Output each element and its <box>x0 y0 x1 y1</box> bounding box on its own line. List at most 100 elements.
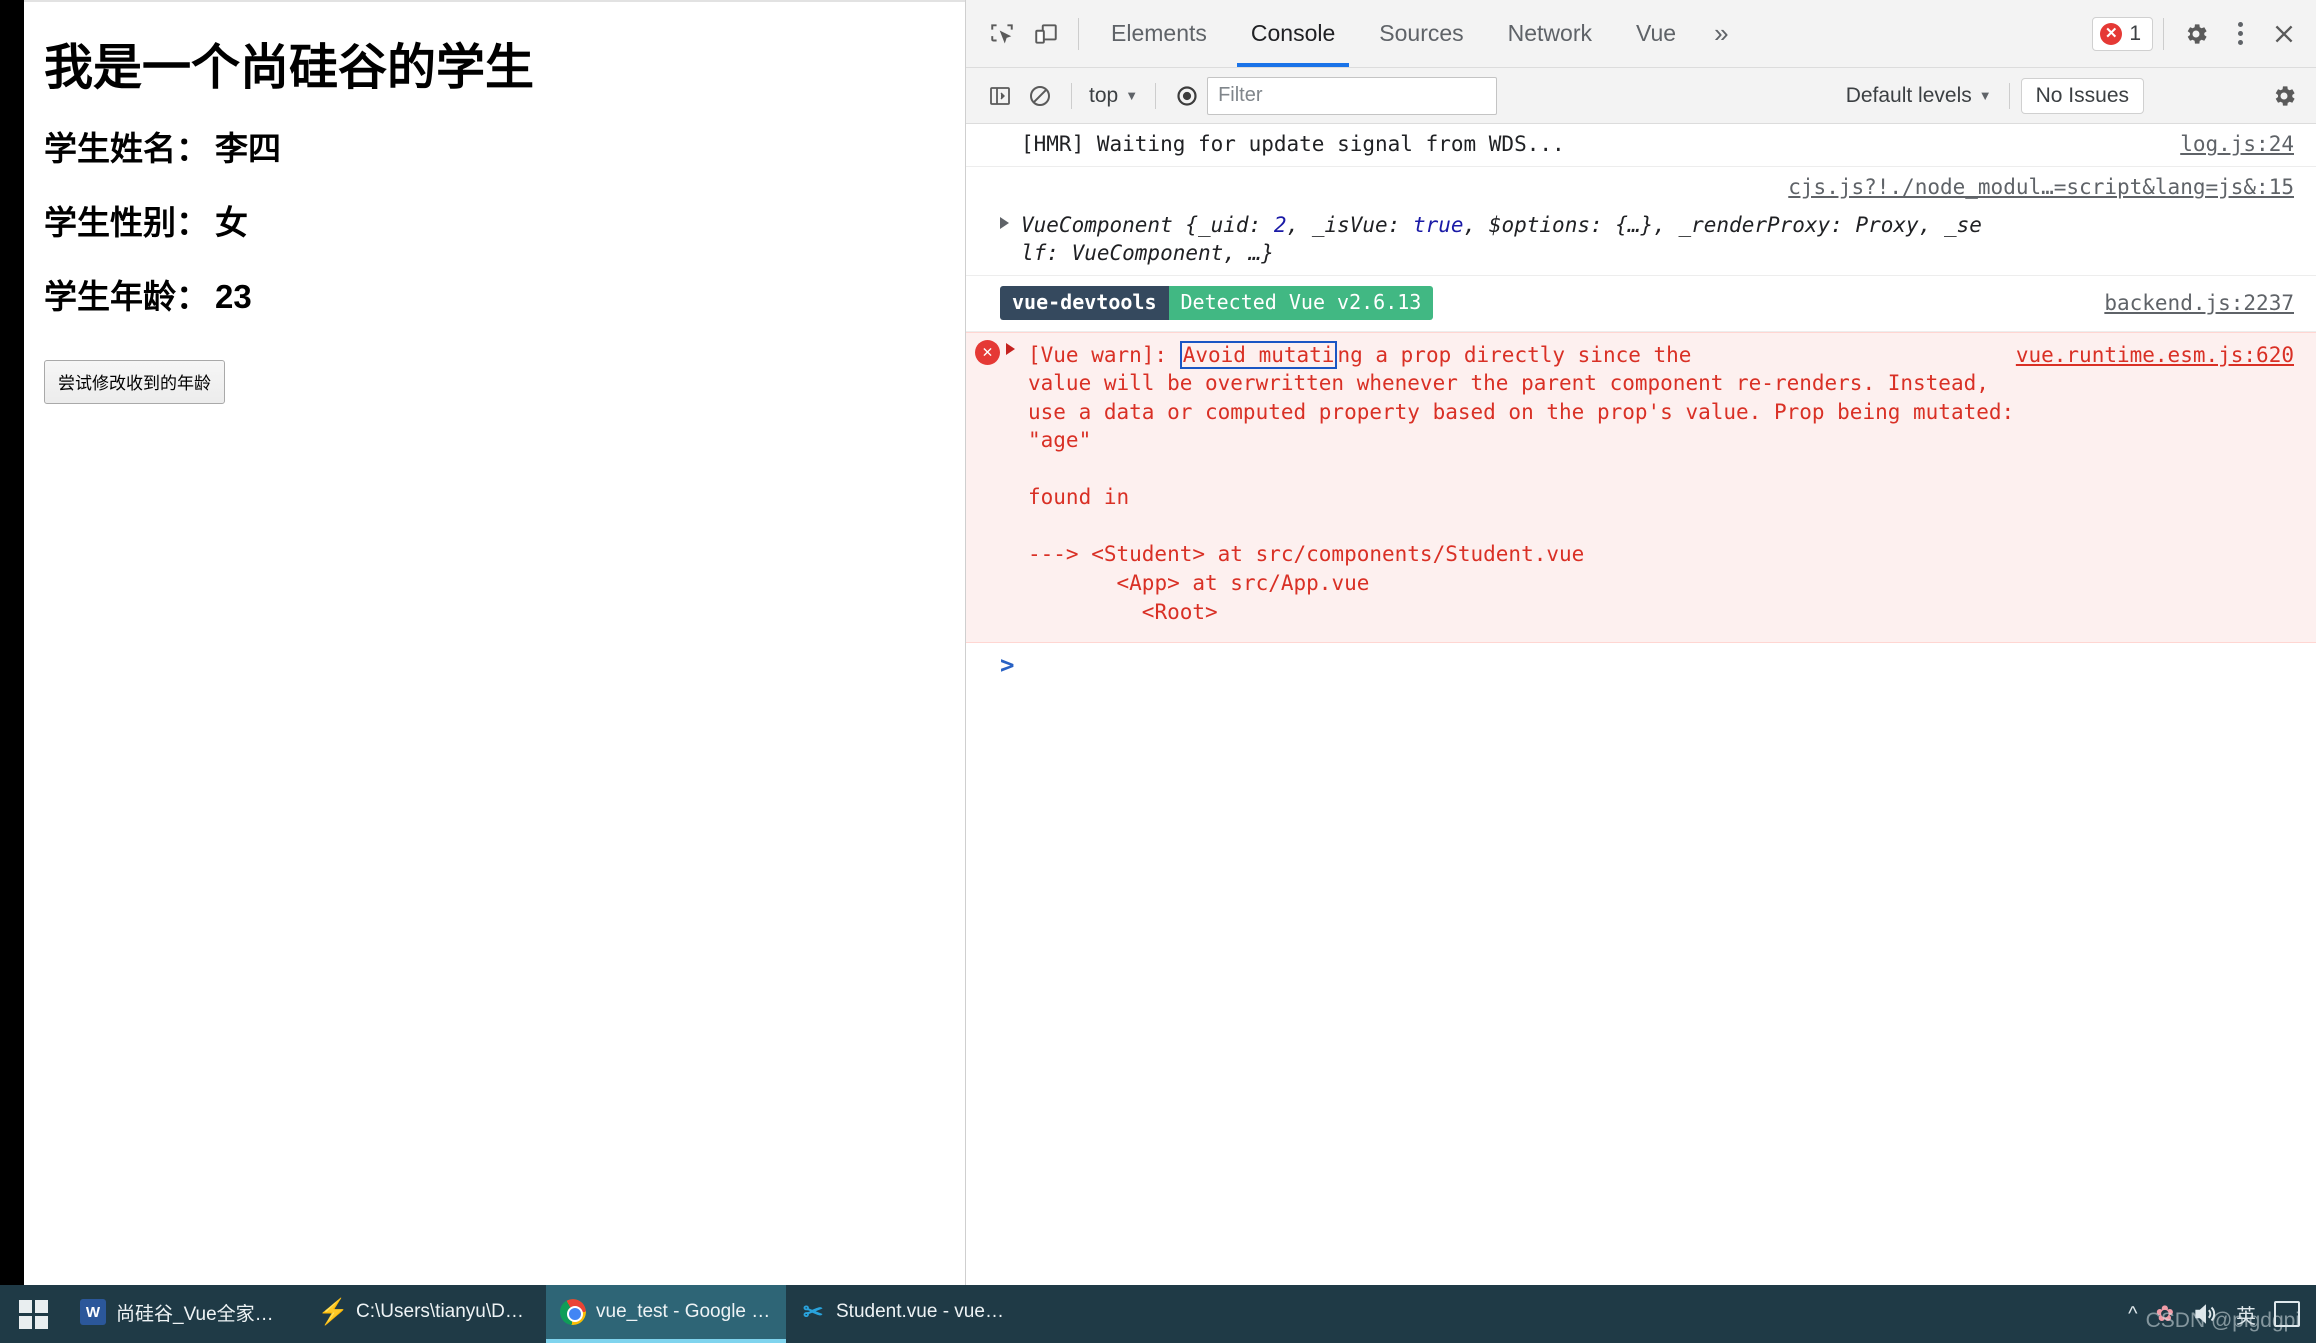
kebab-menu-icon[interactable] <box>2218 12 2262 56</box>
windows-start-icon[interactable] <box>0 1285 66 1343</box>
taskbar-item-word-label: 尚硅谷_Vue全家桶.d... <box>116 1303 292 1325</box>
page-title: 我是一个尚硅谷的学生 <box>44 41 535 95</box>
tab-network[interactable]: Network <box>1486 0 1614 67</box>
console-message-hmr: [HMR] Waiting for update signal from WDS… <box>966 124 2316 167</box>
vue-devtools-badge-left: vue-devtools <box>1000 285 1169 320</box>
hmr-source-link[interactable]: log.js:24 <box>2180 130 2294 159</box>
more-tabs-icon[interactable]: » <box>1698 0 1744 67</box>
warn-selected-text[interactable]: Avoid mutati <box>1179 340 1338 369</box>
student-name-label: 学生姓名： <box>44 130 209 168</box>
tab-vue[interactable]: Vue <box>1614 0 1698 67</box>
devtools-tabbar: Elements Console Sources Network Vue » ✕… <box>966 0 2316 68</box>
log-levels-selector[interactable]: Default levels ▼ <box>1840 81 1998 111</box>
obj-uid-value: 2 <box>1273 212 1287 237</box>
error-icon: ✕ <box>2100 22 2123 45</box>
live-expression-icon[interactable] <box>1167 76 1207 116</box>
warn-source-link[interactable]: vue.runtime.esm.js:620 <box>2016 341 2294 370</box>
tab-elements[interactable]: Elements <box>1089 0 1229 67</box>
devtools-tabbar-right: ✕ 1 <box>2092 12 2306 56</box>
vue-devtools-source-link[interactable]: backend.js:2237 <box>2104 289 2294 318</box>
toolbar-divider <box>1078 17 1079 50</box>
taskbar-item-vscode-label: Student.vue - vue_t... <box>836 1301 1012 1322</box>
sublime-icon: ⚡ <box>317 1297 349 1326</box>
warn-prefix: [Vue warn]: <box>1028 342 1180 367</box>
devtools-panel: Elements Console Sources Network Vue » ✕… <box>965 0 2316 1285</box>
chevron-down-icon-2: ▼ <box>1978 88 1992 103</box>
chevron-down-icon: ▼ <box>1125 88 1139 103</box>
warn-expand-arrow-icon[interactable] <box>1006 342 1015 355</box>
close-icon[interactable] <box>2262 12 2306 56</box>
browser-page-viewport: 我是一个尚硅谷的学生 学生姓名： 李四 学生性别：女 学生年龄： 23 尝试修改收到… <box>24 0 965 1285</box>
devtools-tabs: Elements Console Sources Network Vue » <box>1089 0 1745 67</box>
taskbar-item-chrome-label: vue_test - Google C... <box>596 1301 772 1322</box>
student-name-value: 李四 <box>215 130 281 168</box>
system-tray: ^ ✿ 英 <box>2128 1300 2316 1329</box>
student-name-row: 学生姓名： 李四 <box>44 130 965 168</box>
chrome-icon <box>560 1299 586 1325</box>
warn-rest-line1: ng a prop directly since the <box>1337 342 1692 367</box>
error-count-badge[interactable]: ✕ 1 <box>2092 16 2153 51</box>
taskbar-item-sublime[interactable]: ⚡ C:\Users\tianyu\Des... <box>306 1285 546 1343</box>
taskbar-item-sublime-label: C:\Users\tianyu\Des... <box>356 1301 532 1322</box>
student-age-label: 学生年龄： <box>44 278 209 316</box>
obj-text-c: , $options: {…}, _renderProxy: Proxy, _s… <box>1463 212 1982 237</box>
console-toolbar-divider-2 <box>1155 82 1157 109</box>
tray-flower-icon[interactable]: ✿ <box>2156 1301 2174 1327</box>
expand-arrow-icon[interactable] <box>1000 216 1009 229</box>
toolbar-divider-2 <box>2163 17 2164 50</box>
desktop-left-edge <box>0 0 24 1285</box>
vue-devtools-badge-right: Detected Vue v2.6.13 <box>1168 285 1434 320</box>
tray-volume-icon[interactable] <box>2192 1301 2218 1327</box>
console-prompt-caret-icon: > <box>1000 651 1015 680</box>
no-issues-button[interactable]: No Issues <box>2020 77 2144 114</box>
vue-devtools-badge: vue-devtools Detected Vue v2.6.13 <box>1000 285 1434 320</box>
gear-icon[interactable] <box>2174 12 2218 56</box>
student-gender-row: 学生性别：女 <box>44 204 965 242</box>
tray-chevron-up-icon[interactable]: ^ <box>2128 1303 2137 1326</box>
tab-console[interactable]: Console <box>1229 0 1357 67</box>
filter-input[interactable] <box>1207 76 1498 115</box>
obj-text-a: VueComponent {_uid: <box>1021 212 1274 237</box>
taskbar-item-word[interactable]: W 尚硅谷_Vue全家桶.d... <box>66 1285 306 1343</box>
error-count-label: 1 <box>2129 21 2141 45</box>
log-levels-label: Default levels <box>1845 83 1972 107</box>
student-age-row: 学生年龄： 23 <box>44 278 965 316</box>
student-gender-label: 学生性别： <box>44 204 209 242</box>
clear-console-icon[interactable] <box>1020 76 1060 116</box>
error-circle-icon: ✕ <box>975 339 1000 365</box>
vuecomponent-object-line2: lf: VueComponent, …} <box>1021 241 1274 266</box>
console-sidebar-icon[interactable] <box>980 76 1020 116</box>
obj-isvue-value: true <box>1412 212 1464 237</box>
vuecomponent-source-link[interactable]: cjs.js?!./node_modul…=script&lang=js&:15 <box>1788 173 2294 202</box>
page-content: 我是一个尚硅谷的学生 学生姓名： 李四 学生性别：女 学生年龄： 23 尝试修改收到… <box>24 2 965 405</box>
windows-taskbar: W 尚硅谷_Vue全家桶.d... ⚡ C:\Users\tianyu\Des.… <box>0 1285 2316 1343</box>
console-message-vue-warn: ✕ vue.runtime.esm.js:620 [Vue warn]: Avo… <box>966 331 2316 644</box>
inspect-element-icon[interactable] <box>980 12 1024 56</box>
taskbar-item-chrome[interactable]: vue_test - Google C... <box>546 1285 786 1343</box>
console-settings-gear-icon[interactable] <box>2264 76 2304 116</box>
execution-context-label: top <box>1089 83 1119 107</box>
console-message-vue-devtools: vue-devtools Detected Vue v2.6.13 backen… <box>966 276 2316 332</box>
console-toolbar-divider <box>1071 82 1072 109</box>
execution-context-selector[interactable]: top ▼ <box>1083 81 1144 111</box>
tray-ime-indicator[interactable]: 英 <box>2236 1300 2256 1329</box>
vscode-icon: ✂ <box>802 1298 824 1326</box>
device-toolbar-icon[interactable] <box>1024 12 1068 56</box>
hmr-text: [HMR] Waiting for update signal from WDS… <box>1021 132 1565 156</box>
student-age-value: 23 <box>215 278 252 316</box>
tab-sources[interactable]: Sources <box>1357 0 1485 67</box>
console-log-area[interactable]: [HMR] Waiting for update signal from WDS… <box>966 124 2316 1285</box>
console-toolbar: top ▼ Default levels ▼ No Issues <box>966 68 2316 124</box>
console-prompt-row[interactable]: > <box>966 643 2316 685</box>
console-toolbar-divider-3 <box>2008 82 2010 109</box>
word-icon: W <box>80 1299 106 1325</box>
screen: 我是一个尚硅谷的学生 学生姓名： 李四 学生性别：女 学生年龄： 23 尝试修改收到… <box>0 0 2316 1343</box>
obj-text-b: , _isVue: <box>1286 212 1413 237</box>
console-message-vuecomponent: cjs.js?!./node_modul…=script&lang=js&:15… <box>966 167 2316 276</box>
modify-age-button[interactable]: 尝试修改收到的年龄 <box>44 360 225 405</box>
vuecomponent-object-line1: VueComponent {_uid: 2, _isVue: true, $op… <box>1021 211 2296 240</box>
student-gender-value: 女 <box>215 204 248 242</box>
tray-ime-box-icon[interactable] <box>2274 1301 2300 1327</box>
taskbar-item-vscode[interactable]: ✂ Student.vue - vue_t... <box>786 1285 1026 1343</box>
warn-body: value will be overwritten whenever the p… <box>1028 371 2015 624</box>
